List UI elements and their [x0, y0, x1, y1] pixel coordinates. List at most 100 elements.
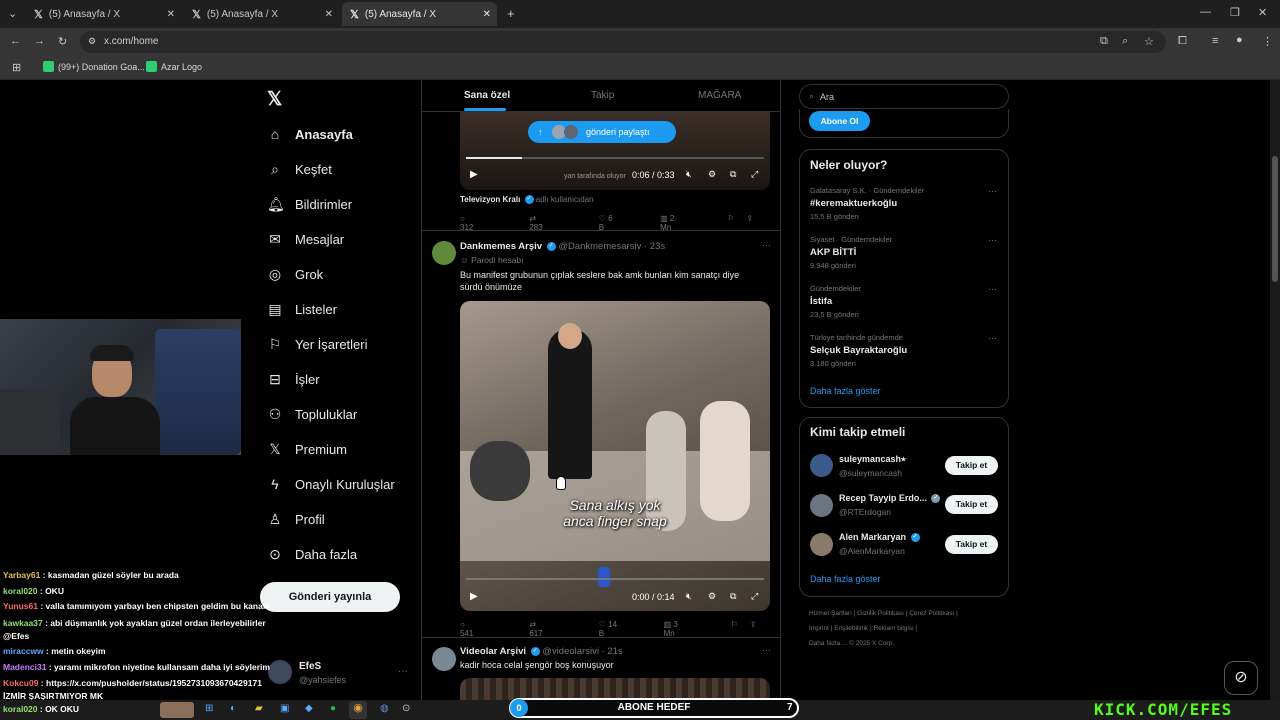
spotify-icon[interactable]: ●: [330, 703, 336, 714]
follow-button[interactable]: Takip et: [945, 456, 998, 475]
author-name[interactable]: Videolar Arşivi: [460, 646, 526, 657]
tab-search-icon[interactable]: ⌄: [8, 7, 17, 20]
windows-start-icon[interactable]: ⊞: [205, 703, 213, 714]
reply-button[interactable]: ○ 541: [460, 620, 501, 638]
post1-video[interactable]: ↑ gönderi paylaştı yan tarafında oluyor …: [460, 112, 770, 190]
nav-item-home[interactable]: ⌂ Anasayfa: [267, 126, 353, 142]
tab-magara[interactable]: MAĞARA: [698, 90, 741, 101]
post-button[interactable]: Gönderi yayınla: [260, 582, 400, 612]
like-button[interactable]: ♡ 14 B: [599, 620, 636, 638]
fullscreen-icon[interactable]: ⤢: [751, 169, 758, 180]
follow-button[interactable]: Takip et: [945, 495, 998, 514]
restore-icon[interactable]: ❐: [1230, 6, 1240, 19]
progress-track[interactable]: [466, 578, 764, 580]
author-name[interactable]: Dankmemes Arşiv: [460, 241, 542, 252]
extensions-icon[interactable]: ⧠: [1178, 35, 1187, 48]
taskbar-app-icon[interactable]: ⊙: [402, 703, 410, 714]
taskbar-app-icon[interactable]: ▣: [280, 703, 289, 714]
follow-avatar[interactable]: [810, 494, 833, 517]
nav-item-more[interactable]: ⊙ Daha fazla: [267, 546, 357, 563]
chrome-icon[interactable]: ◉: [349, 701, 367, 719]
trend-item[interactable]: Türkiye tarihinde gündemde Selçuk Bayrak…: [810, 333, 1000, 368]
tab-following[interactable]: Takip: [591, 90, 614, 101]
follow-show-more-link[interactable]: Daha fazla göster: [810, 574, 881, 584]
menu-dots-icon[interactable]: ⋮: [1262, 35, 1273, 48]
share-pill[interactable]: ↑ gönderi paylaştı: [528, 121, 676, 143]
grok-float-button[interactable]: ⊘: [1224, 661, 1258, 695]
pip-icon[interactable]: ⧉: [730, 591, 736, 602]
tab-for-you[interactable]: Sana özel: [464, 90, 510, 101]
follow-avatar[interactable]: [810, 454, 833, 477]
apps-grid-icon[interactable]: ⊞: [12, 61, 21, 74]
taskbar-app-icon[interactable]: ◆: [305, 703, 313, 714]
install-icon[interactable]: ⧉: [1100, 35, 1108, 48]
reload-icon[interactable]: ↻: [58, 35, 67, 48]
nav-item-messages[interactable]: ✉ Mesajlar: [267, 231, 344, 248]
discord-icon[interactable]: ◍: [380, 703, 389, 714]
source-name[interactable]: Televizyon Kralı: [460, 195, 520, 204]
page-scrollbar[interactable]: [1270, 80, 1280, 700]
fullscreen-icon[interactable]: ⤢: [751, 591, 758, 602]
back-icon[interactable]: ←: [10, 35, 21, 47]
footer-link[interactable]: Hizmet Şartları: [809, 610, 852, 617]
account-menu-icon[interactable]: ···: [398, 666, 408, 677]
follow-avatar[interactable]: [810, 533, 833, 556]
settings-icon[interactable]: ⚙: [708, 591, 716, 602]
settings-icon[interactable]: ⚙: [708, 169, 716, 180]
subscribe-button[interactable]: Abone Ol: [809, 111, 870, 131]
footer-link[interactable]: Gizlilik Politikası: [857, 610, 904, 617]
nav-item-jobs[interactable]: ⊟ İşler: [267, 371, 319, 388]
folder-icon[interactable]: ▰: [255, 703, 263, 714]
nav-item-explore[interactable]: ⌕ Keşfet: [267, 161, 332, 178]
close-icon[interactable]: ✕: [483, 9, 491, 20]
trends-show-more-link[interactable]: Daha fazla göster: [810, 386, 881, 396]
play-icon[interactable]: ▶: [470, 169, 478, 180]
taskbar-app-icon[interactable]: ◐: [230, 703, 236, 714]
media-icon[interactable]: ≡: [1212, 35, 1218, 47]
minimize-icon[interactable]: —: [1200, 6, 1211, 18]
footer-link[interactable]: Daha fazla ...: [809, 640, 847, 647]
repost-button[interactable]: ⇄ 617: [529, 620, 570, 638]
footer-link[interactable]: Reklam bilgisi: [873, 625, 913, 632]
scrollbar-thumb[interactable]: [1272, 156, 1278, 282]
nav-item-communities[interactable]: ⚇ Topluluklar: [267, 406, 357, 423]
close-icon[interactable]: ✕: [325, 9, 333, 20]
footer-link[interactable]: Çerez Politikası: [909, 610, 954, 617]
nav-item-bookmarks[interactable]: ⚐ Yer İşaretleri: [267, 336, 368, 353]
close-icon[interactable]: ✕: [167, 9, 175, 20]
zoom-icon[interactable]: ⌕: [1122, 35, 1128, 48]
follow-name-row[interactable]: Recep Tayyip Erdo... ✓: [839, 493, 941, 504]
trend-menu-icon[interactable]: ···: [988, 284, 997, 294]
post2-avatar[interactable]: [432, 241, 456, 265]
trend-menu-icon[interactable]: ···: [988, 235, 997, 245]
play-icon[interactable]: ▶: [470, 591, 478, 602]
pip-icon[interactable]: ⧉: [730, 169, 736, 180]
forward-icon[interactable]: →: [34, 35, 45, 47]
browser-tab[interactable]: 𝕏 (5) Anasayfa / X ✕: [26, 2, 181, 26]
browser-tab-active[interactable]: 𝕏 (5) Anasayfa / X ✕: [342, 2, 497, 26]
window-close-icon[interactable]: ✕: [1258, 6, 1267, 19]
taskbar-thumbnail[interactable]: [160, 702, 194, 718]
views-button[interactable]: ▥ 3 Mn: [664, 620, 703, 638]
post2-video[interactable]: Sana alkış yok anca finger snap ▶ 0:00 /…: [460, 301, 770, 611]
post-menu-icon[interactable]: ···: [762, 240, 771, 250]
post3-avatar[interactable]: [432, 647, 456, 671]
browser-tab[interactable]: 𝕏 (5) Anasayfa / X ✕: [184, 2, 339, 26]
follow-name[interactable]: suleymancash⭑: [839, 454, 906, 465]
trend-item[interactable]: Siyaset · Gündemdekiler AKP BİTTİ 9.948 …: [810, 235, 1000, 270]
follow-name-row[interactable]: Alen Markaryan ✓: [839, 532, 920, 543]
footer-link[interactable]: Imprint: [809, 625, 829, 632]
footer-link[interactable]: Erişilebilirlik: [834, 625, 868, 632]
share-icon[interactable]: ⇪: [750, 620, 757, 638]
site-info-icon[interactable]: ⚙: [88, 36, 96, 47]
url-field[interactable]: ⚙ x.com/home: [80, 31, 1166, 53]
nav-item-lists[interactable]: ▤ Listeler: [267, 301, 337, 318]
post-menu-icon[interactable]: ···: [762, 645, 771, 655]
trend-menu-icon[interactable]: ···: [988, 186, 997, 196]
nav-item-premium[interactable]: 𝕏 Premium: [267, 441, 347, 458]
profile-icon[interactable]: ●: [1236, 34, 1243, 46]
trend-item[interactable]: Gündemdekiler İstifa 23,5 B gönderi: [810, 284, 1000, 319]
trend-item[interactable]: Galatasaray S.K. · Gündemdekiler #kerema…: [810, 186, 1000, 221]
bookmark-item[interactable]: (99+) Donation Goa...: [43, 61, 145, 72]
new-tab-icon[interactable]: +: [507, 6, 515, 21]
